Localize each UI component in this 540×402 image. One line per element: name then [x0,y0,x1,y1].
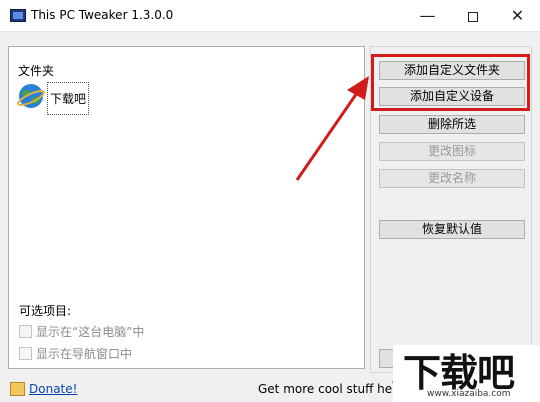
globe-icon [17,84,45,108]
checkbox-label: 显示在导航窗口中 [36,347,133,361]
maximize-button[interactable] [450,0,495,31]
add-custom-device-button[interactable]: 添加自定义设备 [379,87,525,106]
checkbox-label: 显示在“这台电脑”中 [36,325,145,339]
maximize-icon [467,11,478,22]
donate-link[interactable]: Donate! [29,382,77,396]
add-custom-folder-button[interactable]: 添加自定义文件夹 [379,61,525,80]
watermark-logo: 下载吧 www.xiazaiba.com [393,345,540,402]
group-header-folders: 文件夹 [18,64,55,78]
watermark-url: www.xiazaiba.com [427,389,511,399]
change-icon-button[interactable]: 更改图标 [379,142,525,161]
more-stuff-label: Get more cool stuff here: [258,382,409,396]
delete-selected-button[interactable]: 删除所选 [379,115,525,134]
list-item[interactable]: 下载吧 [17,82,102,115]
change-name-button[interactable]: 更改名称 [379,169,525,188]
restore-default-button[interactable]: 恢复默认值 [379,220,525,239]
donate-icon [10,382,25,396]
app-icon [10,9,26,22]
close-button[interactable]: ✕ [495,0,540,31]
checkbox-box[interactable] [19,347,32,360]
title-bar: This PC Tweaker 1.3.0.0 — ✕ [0,0,540,32]
options-label: 可选项目: [19,304,72,318]
list-item-label: 下载吧 [47,82,90,115]
minimize-button[interactable]: — [405,0,450,31]
annotation-arrow-icon [295,76,369,181]
checkbox-box[interactable] [19,325,32,338]
window-title: This PC Tweaker 1.3.0.0 [31,8,174,22]
